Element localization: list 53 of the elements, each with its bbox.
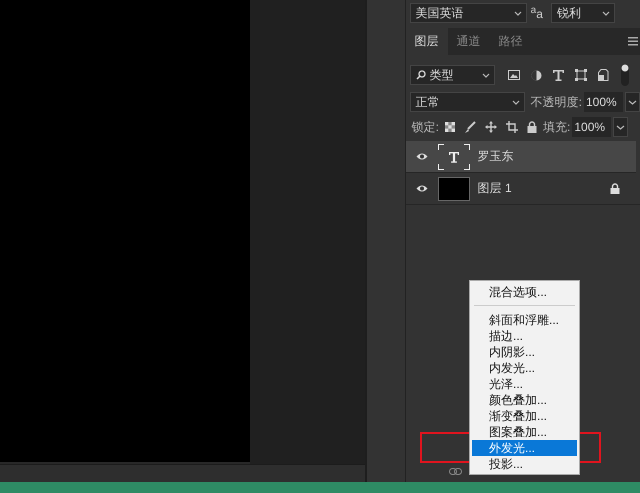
text-layer-thumbnail-icon[interactable] — [438, 144, 470, 170]
panel-tab[interactable]: 通道 — [448, 28, 490, 55]
smart-object-filter-icon[interactable] — [598, 69, 609, 81]
menu-item[interactable]: 光泽... — [472, 376, 577, 392]
menu-icon[interactable] — [628, 37, 638, 46]
lock-label: 锁定: — [412, 118, 439, 136]
checkerboard-icon[interactable] — [445, 122, 455, 132]
menu-item[interactable]: 内发光... — [472, 360, 577, 376]
opacity-field[interactable]: 100% — [584, 92, 623, 112]
dropdown-icon[interactable] — [625, 92, 640, 112]
search-icon — [416, 70, 426, 80]
menu-item[interactable]: 外发光... — [472, 440, 577, 456]
panel-tab[interactable]: 图层 — [406, 28, 448, 55]
antialias-dropdown[interactable]: 锐利 — [550, 3, 615, 23]
type-filter-icon[interactable] — [552, 70, 564, 80]
caret-icon — [482, 72, 490, 78]
panel-tab[interactable]: 路径 — [490, 28, 532, 55]
menu-item[interactable]: 颜色叠加... — [472, 392, 577, 408]
adjustment-filter-icon[interactable] — [530, 70, 542, 80]
fill-label: 填充: — [543, 118, 570, 136]
eye-icon[interactable] — [416, 184, 428, 193]
opacity-label: 不透明度: — [530, 94, 582, 110]
caret-icon — [602, 10, 610, 16]
caret-icon — [512, 100, 520, 104]
filter-dropdown[interactable]: 类型 — [410, 65, 495, 85]
crop-icon[interactable] — [506, 121, 518, 133]
blend-mode-dropdown[interactable]: 正常 — [410, 92, 525, 112]
move-icon[interactable] — [485, 121, 497, 133]
lock-icon[interactable] — [610, 183, 620, 194]
shape-filter-icon[interactable] — [574, 69, 587, 81]
menu-item[interactable]: 描边... — [472, 328, 577, 344]
layer-name: 图层 1 — [478, 180, 512, 197]
image-filter-icon[interactable] — [508, 70, 520, 80]
menu-item[interactable]: 斜面和浮雕... — [472, 312, 577, 328]
layer-thumbnail — [438, 176, 470, 200]
menu-item[interactable]: 图案叠加... — [472, 424, 577, 440]
lock-icon[interactable] — [527, 121, 537, 133]
brush-icon[interactable] — [464, 121, 476, 133]
dropdown-icon[interactable] — [613, 117, 628, 137]
antialias-label: $^{a}$a — [530, 5, 543, 21]
layer-name: 罗玉东 — [478, 148, 514, 165]
menu-item[interactable]: 投影... — [472, 456, 577, 472]
menu-item[interactable]: 渐变叠加... — [472, 408, 577, 424]
menu-item[interactable]: 内阴影... — [472, 344, 577, 360]
layer-row[interactable]: 罗玉东 — [406, 141, 636, 173]
layer-row[interactable]: 图层 1 — [406, 173, 640, 205]
caret-icon — [514, 10, 522, 16]
menu-item[interactable]: 混合选项... — [472, 284, 577, 300]
font-dropdown[interactable]: 美国英语 — [410, 3, 527, 23]
filter-toggle-icon[interactable] — [620, 64, 629, 86]
eye-icon[interactable] — [416, 152, 428, 161]
fill-field[interactable]: 100% — [572, 117, 612, 137]
link-icon[interactable] — [448, 468, 462, 474]
